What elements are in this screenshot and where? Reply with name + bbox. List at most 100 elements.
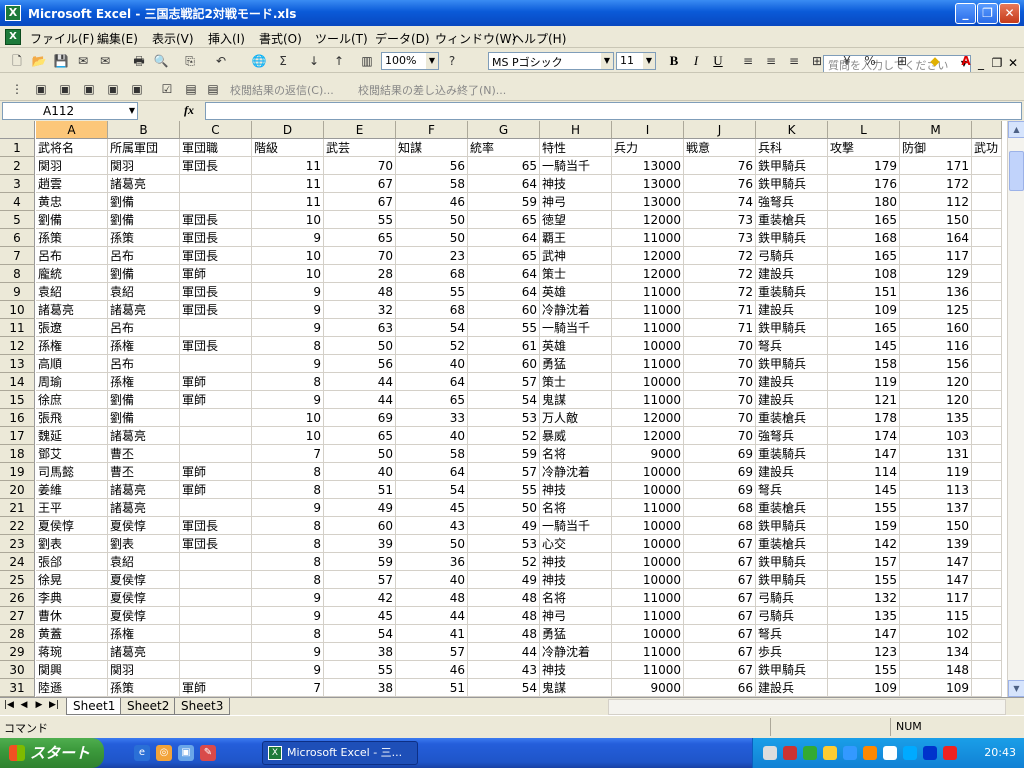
cell[interactable]: 125 <box>900 301 972 319</box>
select-all-button[interactable] <box>0 121 35 139</box>
cell[interactable]: 鉄甲騎兵 <box>756 319 828 337</box>
font-select[interactable]: MS Pゴシック ▼ <box>488 52 614 70</box>
cell[interactable]: 9000 <box>612 445 684 463</box>
cell[interactable]: 9 <box>252 589 324 607</box>
cell[interactable]: 軍団長 <box>180 157 252 175</box>
cell[interactable]: 11 <box>252 193 324 211</box>
cell[interactable]: 強弩兵 <box>756 193 828 211</box>
cell[interactable]: 54 <box>396 481 468 499</box>
cell[interactable]: 諸葛亮 <box>36 301 108 319</box>
cell[interactable]: 45 <box>396 499 468 517</box>
cell[interactable]: 鉄甲騎兵 <box>756 157 828 175</box>
cell[interactable]: 重装騎兵 <box>756 445 828 463</box>
cell[interactable]: 劉表 <box>108 535 180 553</box>
cell[interactable]: 58 <box>396 175 468 193</box>
cell[interactable]: 弩兵 <box>756 481 828 499</box>
comment-icon[interactable]: ▤ <box>182 80 200 98</box>
cell[interactable]: 142 <box>828 535 900 553</box>
cell[interactable]: 59 <box>324 553 396 571</box>
cell[interactable]: 64 <box>468 283 540 301</box>
cell[interactable]: 諸葛亮 <box>108 643 180 661</box>
cell[interactable] <box>972 589 1002 607</box>
cell[interactable]: 120 <box>900 373 972 391</box>
cell[interactable]: 109 <box>828 301 900 319</box>
cell[interactable] <box>972 643 1002 661</box>
cell[interactable]: 夏侯惇 <box>36 517 108 535</box>
cell[interactable]: 9 <box>252 283 324 301</box>
column-header[interactable]: K <box>756 121 828 139</box>
row-header[interactable]: 27 <box>0 607 35 625</box>
cell[interactable]: 諸葛亮 <box>108 427 180 445</box>
cell[interactable]: 72 <box>684 247 756 265</box>
merge-center-icon[interactable]: ⊞ <box>808 52 826 70</box>
cell[interactable]: 歩兵 <box>756 643 828 661</box>
cell[interactable]: 136 <box>900 283 972 301</box>
cell[interactable]: 12000 <box>612 247 684 265</box>
reply-with-changes-button[interactable]: 校閲結果の返信(C)... <box>230 82 334 98</box>
cell[interactable]: 109 <box>828 679 900 697</box>
cell[interactable]: 10000 <box>612 373 684 391</box>
cell[interactable]: 重装騎兵 <box>756 283 828 301</box>
cell[interactable]: 45 <box>324 607 396 625</box>
toolbar-grip-icon[interactable]: ⋮ <box>8 80 26 98</box>
cell[interactable] <box>972 427 1002 445</box>
cell[interactable]: 8 <box>252 517 324 535</box>
row-header[interactable]: 14 <box>0 373 35 391</box>
cell[interactable] <box>972 319 1002 337</box>
cell[interactable]: 軍団長 <box>180 535 252 553</box>
cell[interactable] <box>972 211 1002 229</box>
cell[interactable]: 48 <box>468 589 540 607</box>
cell[interactable]: 70 <box>324 157 396 175</box>
cell[interactable]: 重装槍兵 <box>756 409 828 427</box>
cell[interactable]: 建設兵 <box>756 679 828 697</box>
cell[interactable]: 11000 <box>612 391 684 409</box>
vertical-scrollbar[interactable]: ▲ ▼ <box>1007 121 1024 697</box>
row-header[interactable]: 3 <box>0 175 35 193</box>
cell[interactable]: 68 <box>684 499 756 517</box>
column-header[interactable]: I <box>612 121 684 139</box>
cell[interactable]: 名将 <box>540 499 612 517</box>
undo-icon[interactable]: ↶ <box>212 52 230 70</box>
formula-input[interactable] <box>205 102 1022 120</box>
review-icon-4[interactable]: ▣ <box>104 80 122 98</box>
cell[interactable]: 軍団長 <box>180 301 252 319</box>
underline-button[interactable]: U <box>708 52 728 70</box>
row-header[interactable]: 19 <box>0 463 35 481</box>
cell[interactable]: 176 <box>828 175 900 193</box>
cell[interactable]: 8 <box>252 571 324 589</box>
cell[interactable]: 袁紹 <box>36 283 108 301</box>
font-color-icon[interactable]: A <box>957 52 975 70</box>
cell[interactable]: 174 <box>828 427 900 445</box>
cell[interactable]: 43 <box>396 517 468 535</box>
cell[interactable]: 張郃 <box>36 553 108 571</box>
track-changes-icon[interactable]: ☑ <box>158 80 176 98</box>
cell[interactable]: 9 <box>252 499 324 517</box>
cell[interactable]: 高順 <box>36 355 108 373</box>
cell[interactable] <box>972 517 1002 535</box>
cell[interactable]: 55 <box>396 283 468 301</box>
row-header[interactable]: 21 <box>0 499 35 517</box>
cell[interactable]: 51 <box>324 481 396 499</box>
email-icon[interactable]: ✉ <box>96 52 114 70</box>
cell[interactable]: 武神 <box>540 247 612 265</box>
cell[interactable]: 65 <box>324 427 396 445</box>
menu-tools[interactable]: ツール(T) <box>315 30 368 47</box>
cell[interactable] <box>180 589 252 607</box>
cell[interactable]: 武将名 <box>36 139 108 157</box>
cell[interactable]: 冷静沈着 <box>540 643 612 661</box>
cell[interactable]: 137 <box>900 499 972 517</box>
cell[interactable]: 弓騎兵 <box>756 247 828 265</box>
cell[interactable]: 44 <box>468 643 540 661</box>
cell[interactable]: 123 <box>828 643 900 661</box>
menu-file[interactable]: ファイル(F) <box>30 30 94 47</box>
cell[interactable]: 139 <box>900 535 972 553</box>
cell[interactable]: 28 <box>324 265 396 283</box>
cell[interactable]: 11000 <box>612 355 684 373</box>
cell[interactable] <box>180 625 252 643</box>
cell[interactable]: 関羽 <box>36 157 108 175</box>
cell[interactable]: 180 <box>828 193 900 211</box>
cell[interactable]: 71 <box>684 319 756 337</box>
end-review-button[interactable]: 校閲結果の差し込み終了(N)... <box>358 82 506 98</box>
cell[interactable]: 諸葛亮 <box>108 175 180 193</box>
cell[interactable]: 67 <box>684 625 756 643</box>
